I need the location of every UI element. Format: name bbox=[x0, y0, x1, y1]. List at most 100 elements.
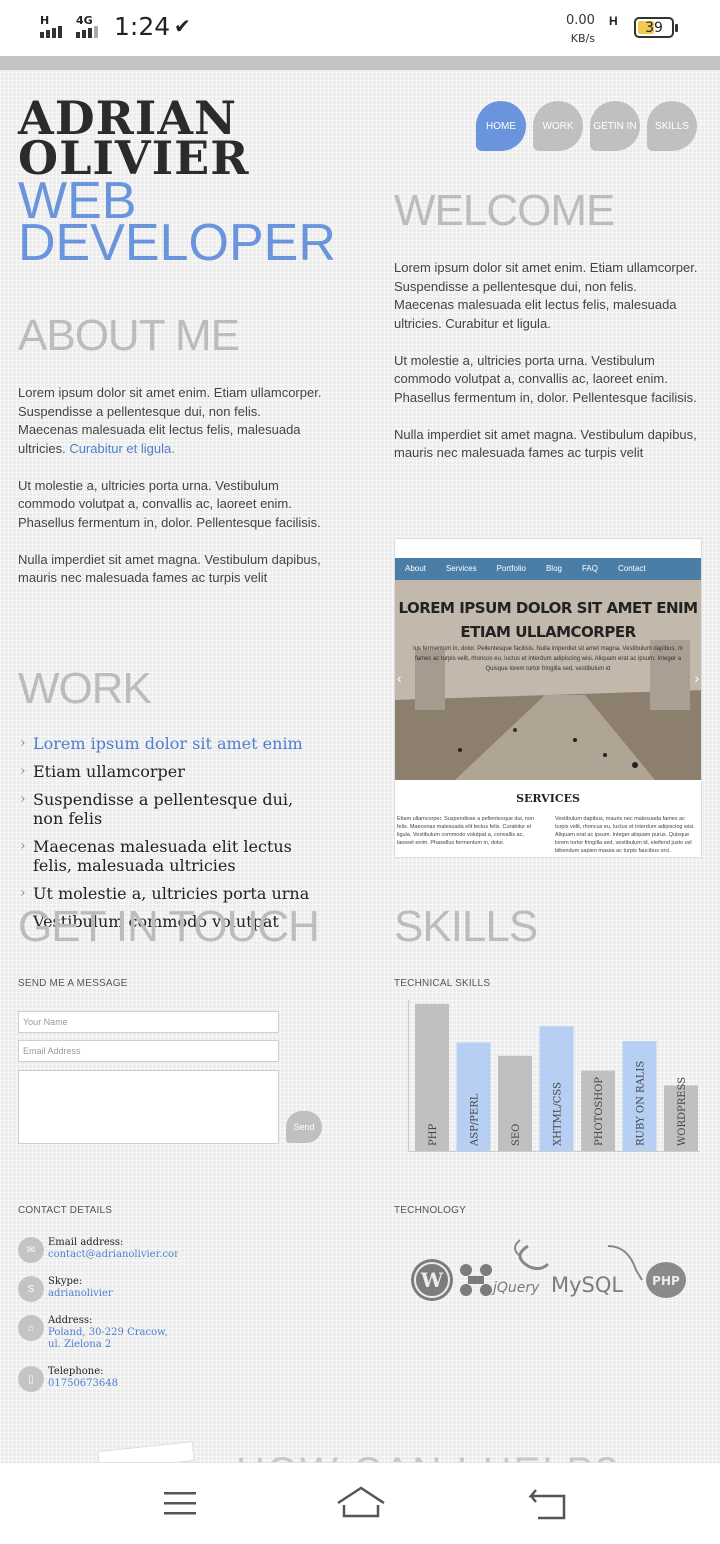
preview-nav-item: Contact bbox=[617, 564, 646, 573]
email-link[interactable]: contact@adrianolivier.com bbox=[48, 1249, 178, 1261]
skills-title: SKILLS bbox=[394, 902, 538, 951]
skill-bar-label: PHP bbox=[428, 1124, 439, 1146]
contact-skype: S Skype: adrianolivier bbox=[18, 1276, 318, 1315]
name-field[interactable]: Your Name bbox=[18, 1011, 279, 1033]
nav-skills[interactable]: SKILLS bbox=[647, 101, 697, 151]
skype-link[interactable]: adrianolivier bbox=[48, 1288, 178, 1300]
skill-bar-label: XHTML/CSS bbox=[553, 1082, 564, 1146]
work-item-4[interactable]: Maecenas malesuada elit lectus felis, ma… bbox=[20, 837, 320, 875]
preview-text-line-3: Quisque lorem tortor fringilla sed, vest… bbox=[485, 666, 611, 672]
message-textarea[interactable] bbox=[18, 1070, 279, 1144]
address-label: Address: bbox=[48, 1315, 93, 1326]
battery-icon: 39 bbox=[634, 17, 678, 38]
skill-bar-label: PHOTOSHOP bbox=[594, 1077, 605, 1146]
preview-column-2: Vestibulum dapibus, mauris nec malesuada… bbox=[555, 816, 695, 854]
send-message-label: SEND ME A MESSAGE bbox=[18, 978, 128, 989]
preview-services-title: SERVICES bbox=[516, 792, 580, 805]
nav-work[interactable]: WORK bbox=[533, 101, 583, 151]
portfolio-preview-image[interactable]: About Services Portfolio Blog FAQ Contac… bbox=[394, 538, 702, 858]
top-strip bbox=[0, 56, 720, 70]
site-name: ADRIAN OLIVIER bbox=[18, 95, 249, 181]
about-link[interactable]: Curabitur et ligula. bbox=[69, 441, 175, 456]
about-paragraph-3: Nulla imperdiet sit amet magna. Vestibul… bbox=[18, 551, 321, 586]
preview-nav-item: Portfolio bbox=[496, 564, 526, 573]
contact-details-label: CONTACT DETAILS bbox=[18, 1205, 113, 1216]
work-item-2[interactable]: Etiam ullamcorper bbox=[20, 762, 320, 781]
wordpress-logo-icon: W bbox=[411, 1259, 453, 1301]
welcome-text: Lorem ipsum dolor sit amet enim. Etiam u… bbox=[394, 259, 700, 481]
phone-label: Telephone: bbox=[48, 1366, 104, 1377]
clock: 1:24 bbox=[114, 12, 171, 41]
get-in-touch-title: GET IN TOUCH bbox=[18, 902, 320, 951]
work-item-3[interactable]: Suspendisse a pellentesque dui, non feli… bbox=[20, 790, 320, 828]
phone-icon: ▯ bbox=[18, 1366, 44, 1392]
svg-text:PHP: PHP bbox=[652, 1274, 680, 1288]
skype-label: Skype: bbox=[48, 1276, 83, 1287]
work-item-1[interactable]: Lorem ipsum dolor sit amet enim bbox=[20, 734, 320, 753]
svg-text:MySQL: MySQL bbox=[551, 1273, 623, 1297]
address-line-2: ul. Zielona 2 bbox=[48, 1339, 112, 1350]
nav-get-in-touch[interactable]: GETIN IN bbox=[590, 101, 640, 151]
preview-prev-arrow-icon: ‹ bbox=[397, 670, 402, 686]
skill-bar-label: WORDPRESS bbox=[677, 1077, 688, 1146]
email-icon: ✉ bbox=[18, 1237, 44, 1263]
preview-text-line-1: lus fermentum in, dolor. Pellentesque fa… bbox=[413, 646, 683, 652]
main-nav: HOME WORK GETIN IN SKILLS bbox=[476, 101, 697, 151]
skill-bar-label: RUBY ON RALIS bbox=[636, 1061, 647, 1146]
contact-address: ⌂ Address: Poland, 30-229 Cracow, ul. Zi… bbox=[18, 1315, 318, 1366]
joomla-logo-icon bbox=[460, 1264, 492, 1296]
svg-text:jQuery: jQuery bbox=[491, 1280, 540, 1296]
contact-phone: ▯ Telephone: 01750673648 bbox=[18, 1366, 318, 1405]
speed-unit: KB/s bbox=[570, 32, 595, 45]
send-button[interactable]: Send bbox=[286, 1111, 322, 1143]
contact-email: ✉ Email address: contact@adrianolivier.c… bbox=[18, 1237, 318, 1276]
welcome-paragraph-3: Nulla imperdiet sit amet magna. Vestibul… bbox=[394, 426, 697, 461]
network-speed: 0.00 KB/s bbox=[566, 12, 595, 48]
about-paragraph-1: Lorem ipsum dolor sit amet enim. Etiam u… bbox=[18, 385, 322, 456]
about-text: Lorem ipsum dolor sit amet enim. Etiam u… bbox=[18, 384, 324, 606]
email-field[interactable]: Email Address bbox=[18, 1040, 279, 1062]
nav-home[interactable]: HOME bbox=[476, 101, 526, 151]
phone-link[interactable]: 01750673648 bbox=[48, 1378, 178, 1390]
web-page: ADRIAN OLIVIER WEB DEVELOPER HOME WORK G… bbox=[0, 56, 720, 1462]
about-title: ABOUT ME bbox=[18, 311, 240, 360]
skype-icon: S bbox=[18, 1276, 44, 1302]
preview-columns: Etiam ullamcorper. Suspendisse a pellent… bbox=[395, 805, 701, 857]
preview-column-1: Etiam ullamcorper. Suspendisse a pellent… bbox=[397, 816, 534, 846]
preview-nav-item: About bbox=[405, 564, 426, 573]
preview-nav-item: FAQ bbox=[581, 564, 598, 573]
work-title: WORK bbox=[18, 664, 152, 713]
next-section-title: HOW CAN I HELP? bbox=[236, 1450, 619, 1462]
welcome-paragraph-2: Ut molestie a, ultricies porta urna. Ves… bbox=[394, 352, 697, 405]
menu-icon[interactable] bbox=[162, 1489, 198, 1519]
preview-title-line-1: LOREM IPSUM DOLOR SIT AMET ENIM bbox=[398, 599, 698, 617]
skill-bar-label: ASP/PERL bbox=[470, 1093, 481, 1147]
preview-text: lus fermentum in, dolor. Pellentesque fa… bbox=[395, 644, 701, 674]
check-icon: ✔ bbox=[174, 16, 191, 38]
speed-value: 0.00 bbox=[566, 13, 595, 28]
jquery-logo-icon: jQuery bbox=[491, 1239, 550, 1296]
preview-next-arrow-icon: › bbox=[694, 670, 699, 686]
contact-list: ✉ Email address: contact@adrianolivier.c… bbox=[18, 1237, 318, 1405]
signal-bars-1-icon bbox=[40, 26, 62, 38]
system-nav-bar bbox=[0, 1462, 720, 1544]
status-bar: H 4G 1:24 ✔ 0.00 KB/s H 39 bbox=[0, 0, 720, 56]
technology-logos: W jQuery MySQL PHP bbox=[411, 1239, 686, 1301]
home-icon[interactable] bbox=[336, 1485, 386, 1519]
preview-nav-item: Services bbox=[445, 564, 477, 573]
preview-nav: About Services Portfolio Blog FAQ Contac… bbox=[395, 558, 701, 580]
site-role: WEB DEVELOPER bbox=[18, 175, 336, 272]
back-icon[interactable] bbox=[528, 1487, 568, 1521]
php-logo-icon: PHP bbox=[646, 1262, 686, 1298]
network-h-label: H bbox=[609, 14, 618, 28]
preview-hero: LOREM IPSUM DOLOR SIT AMET ENIM ETIAM UL… bbox=[395, 580, 701, 780]
email-label: Email address: bbox=[48, 1237, 124, 1248]
skill-bar-label: SEO bbox=[511, 1124, 522, 1146]
signal-bars-2-icon bbox=[76, 26, 98, 38]
work-item-5[interactable]: Ut molestie a, ultricies porta urna bbox=[20, 884, 320, 903]
role-line-2: DEVELOPER bbox=[18, 214, 336, 272]
about-paragraph-2: Ut molestie a, ultricies porta urna. Ves… bbox=[18, 477, 321, 530]
preview-title-line-2: ETIAM ULLAMCORPER bbox=[460, 623, 636, 641]
next-section-image bbox=[97, 1441, 195, 1462]
welcome-title: WELCOME bbox=[394, 186, 615, 235]
